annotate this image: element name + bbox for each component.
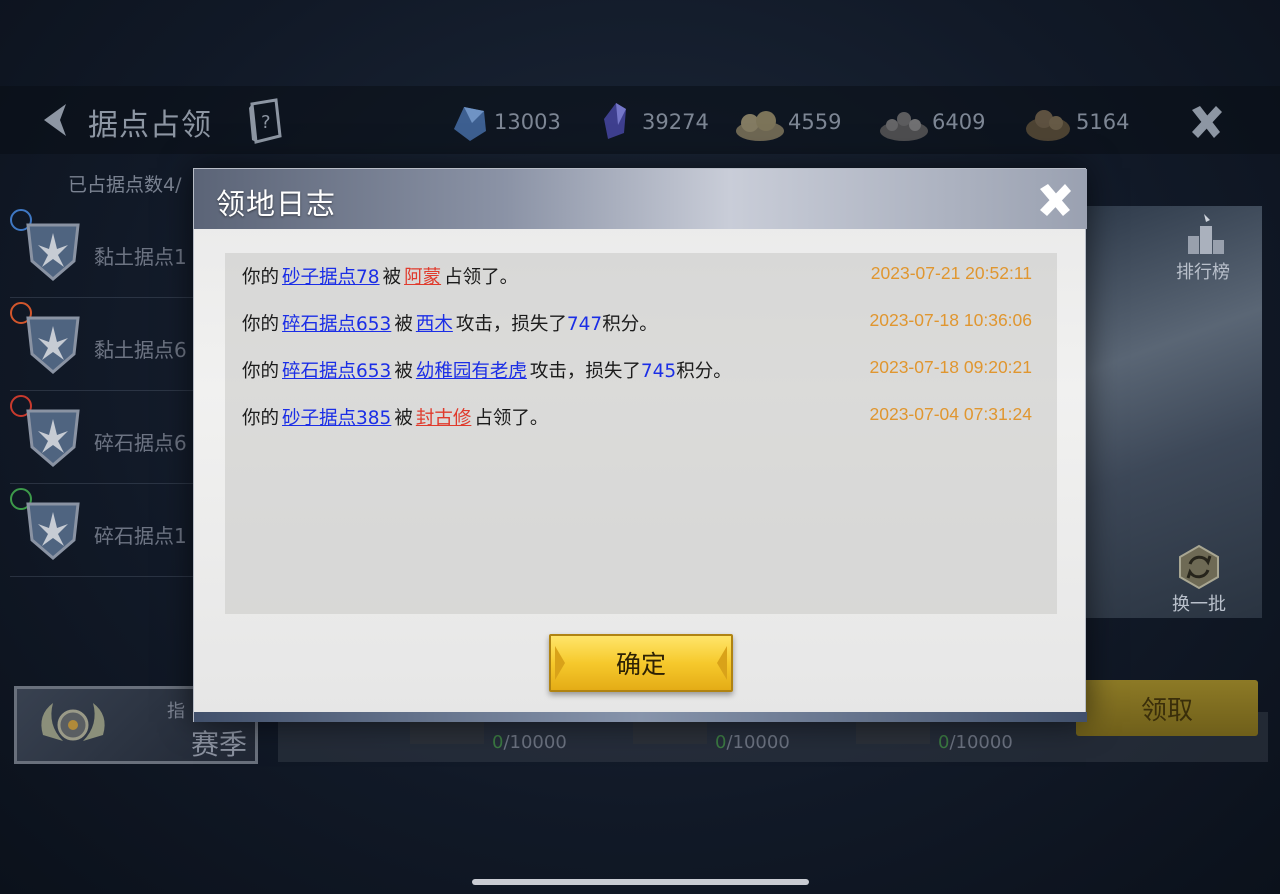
log-entry: 你的 砂子据点385 被封古修 占领了。 2023-07-04 07:31:24 (242, 404, 1032, 430)
leaderboard-label: 排行榜 (1176, 262, 1230, 283)
dialog-bottom-bar (194, 712, 1087, 722)
occupied-count: 已占据点数4/ (68, 174, 182, 196)
log-entry: 你的 碎石据点653 被西木 攻击，损失了747积分。 2023-07-18 10:3… (242, 310, 1032, 336)
clay-pile-icon (736, 111, 784, 141)
shield-emblem-icon (26, 223, 80, 281)
refresh-icon[interactable] (1176, 544, 1222, 590)
log-suffix: 攻击，损失了 (529, 361, 641, 382)
stronghold-link[interactable]: 碎石据点653 (279, 361, 394, 382)
stronghold-item[interactable]: 碎石据点1 (10, 484, 200, 577)
claim-button[interactable]: 领取 (1076, 680, 1258, 736)
stronghold-list: 黏土据点1 黏土据点6 碎石据点6 碎石据点1 (10, 205, 200, 577)
swap-batch-label: 换一批 (1172, 594, 1226, 615)
log-time: 2023-07-18 10:36:06 (869, 310, 1033, 330)
dialog-header: 领地日志 (194, 169, 1087, 229)
stronghold-name: 碎石据点6 (94, 431, 187, 455)
log-suffix: 占领了。 (444, 267, 519, 288)
shield-emblem-icon (26, 502, 80, 560)
stronghold-link[interactable]: 碎石据点653 (279, 314, 394, 335)
back-button[interactable] (38, 100, 74, 140)
log-prefix: 你的 (242, 267, 280, 288)
dialog-title: 领地日志 (216, 187, 337, 221)
confirm-label: 确定 (615, 650, 666, 679)
points-unit: 积分。 (602, 314, 658, 335)
resource-value: 5164 (1076, 110, 1130, 134)
stronghold-name: 碎石据点1 (94, 524, 187, 548)
stronghold-item[interactable]: 黏土据点6 (10, 298, 200, 391)
stronghold-link[interactable]: 砂子据点385 (279, 408, 394, 429)
log-entry: 你的 砂子据点78 被阿蒙 占领了。 2023-07-21 20:52:11 (242, 263, 1032, 289)
reward-slot (410, 722, 484, 744)
shield-emblem-icon (26, 316, 80, 374)
log-prefix: 你的 (242, 361, 280, 382)
log-list: 你的 砂子据点78 被阿蒙 占领了。 2023-07-21 20:52:11 你的 碎石… (225, 253, 1057, 614)
stronghold-name: 黏土据点6 (94, 338, 187, 362)
leaderboard-icon[interactable] (1186, 212, 1226, 258)
progress-current: 0 (938, 732, 950, 753)
svg-text:?: ? (261, 112, 271, 133)
points-unit: 积分。 (676, 361, 732, 382)
dialog-close-button[interactable] (1036, 181, 1074, 219)
resource-gravel: 6409 (878, 98, 985, 146)
progress-total: /10000 (949, 732, 1013, 753)
player-link[interactable]: 阿蒙 (401, 267, 444, 288)
log-prefix: 你的 (242, 314, 280, 335)
progress-text: 0/10000 (715, 732, 790, 753)
player-link[interactable]: 封古修 (413, 408, 475, 429)
log-prefix: 你的 (242, 408, 280, 429)
log-time: 2023-07-18 09:20:21 (869, 357, 1033, 377)
log-by: 被 (382, 267, 402, 288)
player-link[interactable]: 幼稚园有老虎 (413, 361, 530, 382)
log-entry: 你的 碎石据点653 被幼稚园有老虎 攻击，损失了745积分。 2023-07-18 … (242, 357, 1032, 383)
back-arrow-icon (44, 104, 66, 136)
log-by: 被 (394, 361, 413, 382)
progress-total: /10000 (726, 732, 790, 753)
points-lost: 747 (566, 314, 603, 335)
resource-blue-crystal: 13003 (446, 98, 561, 146)
resource-clay: 4559 (734, 98, 841, 146)
blue-crystal-icon (454, 107, 486, 141)
shield-emblem-icon (26, 409, 80, 467)
resource-value: 39274 (642, 110, 709, 134)
progress-current: 0 (715, 732, 727, 753)
close-icon (1040, 184, 1071, 216)
close-page-button[interactable] (1186, 102, 1226, 142)
season-sub-label: 指 (167, 701, 185, 722)
progress-total: /10000 (503, 732, 567, 753)
map-preview (1086, 206, 1262, 618)
season-emblem-icon (41, 703, 105, 741)
season-label: 赛季 (191, 728, 248, 761)
stronghold-item[interactable]: 黏土据点1 (10, 205, 200, 298)
stronghold-name: 黏土据点1 (94, 245, 187, 269)
resource-purple-crystal: 39274 (594, 98, 709, 146)
gravel-pile-icon (880, 112, 928, 141)
confirm-button[interactable]: 确定 (549, 634, 733, 692)
progress-current: 0 (492, 732, 504, 753)
help-book-icon[interactable]: ? (246, 98, 286, 144)
log-by: 被 (394, 314, 413, 335)
resource-ore: 5164 (1022, 98, 1129, 146)
ore-pile-icon (1026, 110, 1070, 141)
reward-slot (856, 722, 930, 744)
log-time: 2023-07-04 07:31:24 (869, 404, 1033, 424)
resource-value: 6409 (932, 110, 986, 134)
progress-text: 0/10000 (492, 732, 567, 753)
home-indicator[interactable] (472, 879, 809, 885)
resource-value: 13003 (494, 110, 561, 134)
log-by: 被 (394, 408, 413, 429)
log-suffix: 攻击，损失了 (455, 314, 567, 335)
player-link[interactable]: 西木 (413, 314, 456, 335)
log-time: 2023-07-21 20:52:11 (870, 263, 1032, 283)
stronghold-item[interactable]: 碎石据点6 (10, 391, 200, 484)
territory-log-dialog: 领地日志 你的 砂子据点78 被阿蒙 占领了。 2023-07-21 20:52:11… (193, 168, 1087, 722)
resource-value: 4559 (788, 110, 842, 134)
progress-text: 0/10000 (938, 732, 1013, 753)
purple-crystal-icon (604, 103, 626, 139)
log-suffix: 占领了。 (474, 408, 549, 429)
stronghold-link[interactable]: 砂子据点78 (279, 267, 383, 288)
reward-slot (633, 722, 707, 744)
page-title: 据点占领 (88, 108, 212, 143)
points-lost: 745 (640, 361, 677, 382)
close-icon (1192, 106, 1222, 138)
